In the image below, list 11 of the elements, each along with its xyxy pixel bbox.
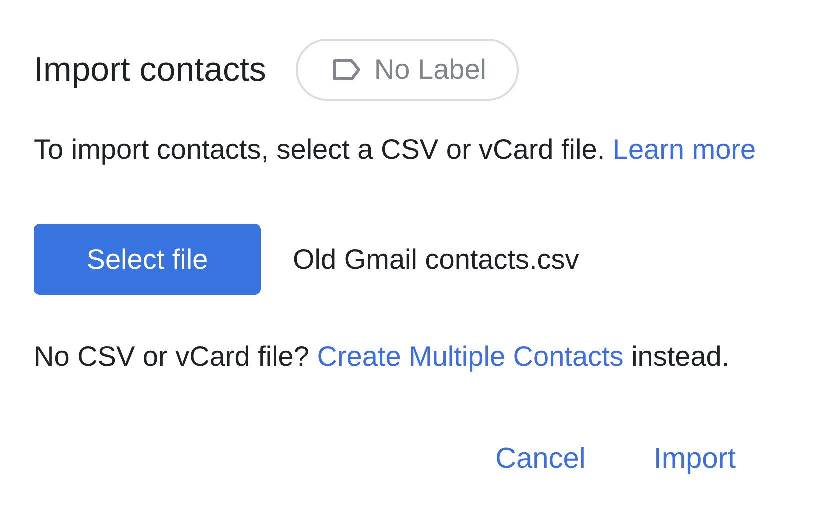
cancel-button[interactable]: Cancel — [488, 437, 594, 482]
label-chip[interactable]: No Label — [296, 39, 519, 101]
learn-more-link[interactable]: Learn more — [612, 134, 756, 165]
dialog-title: Import contacts — [34, 50, 266, 90]
select-file-button[interactable]: Select file — [34, 224, 261, 295]
label-icon — [332, 59, 362, 81]
alternative-text: No CSV or vCard file? Create Multiple Contacts instead. — [34, 341, 730, 372]
create-contacts-link[interactable]: Create Multiple Contacts — [317, 341, 624, 372]
import-button[interactable]: Import — [646, 437, 744, 482]
file-name: Old Gmail contacts.csv — [293, 244, 580, 276]
instruction-text: To import contacts, select a CSV or vCard file. Learn more — [34, 134, 756, 165]
